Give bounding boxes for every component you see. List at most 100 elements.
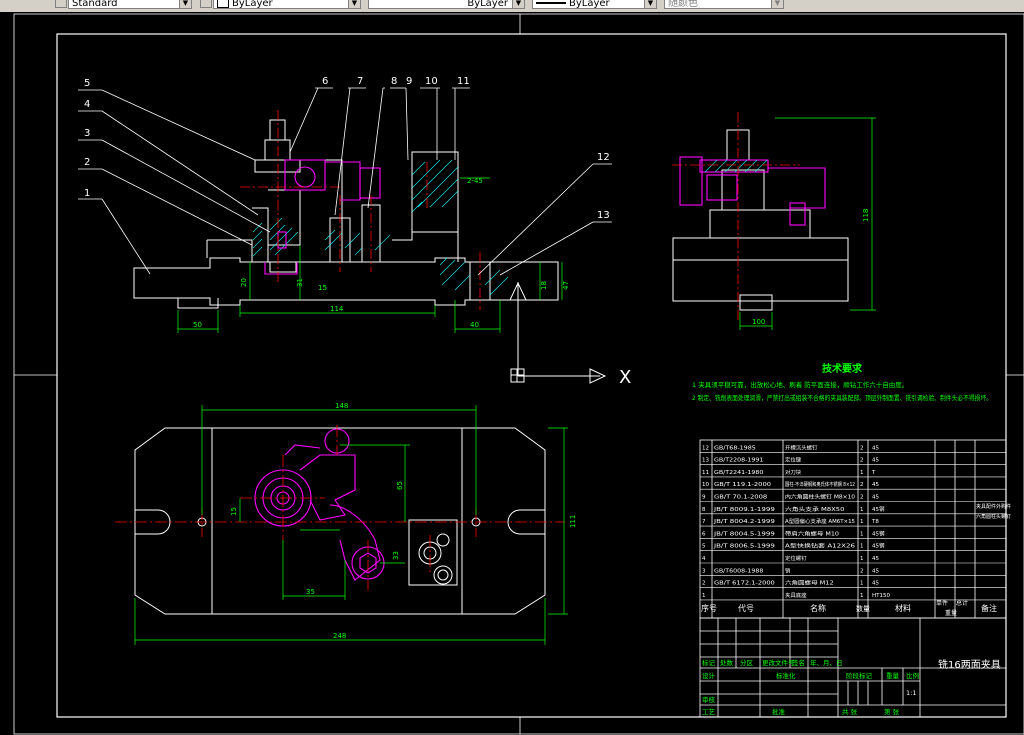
front-base-outline (133, 257, 559, 306)
bom-cell-code: GB/T6008-1988 (714, 568, 764, 574)
dim-31: 31 (296, 278, 304, 287)
part-number-3: 3 (84, 128, 90, 139)
plotstyle-value: 随颜色 (668, 0, 698, 9)
part-number-10: 10 (425, 76, 438, 87)
part-number-4: 4 (84, 99, 90, 110)
bom-cell-name: 六角圆螺母 M12 (785, 579, 834, 587)
bom-cell-no: 9 (702, 495, 706, 501)
bom-cell-code: GB/T68-1985 (714, 445, 756, 451)
bom-cell-qty: 1 (860, 581, 864, 587)
layer-combo[interactable]: ByLayer ▼ (213, 0, 361, 9)
lineweight-swatch-icon (536, 2, 566, 4)
bom-cell-name: 销 (785, 566, 790, 574)
tb-scale: 比例 (906, 671, 919, 680)
part-number-7: 7 (357, 76, 363, 87)
dim-100: 100 (752, 318, 765, 326)
tech-req-line-1: 1 夹具须平稳可靠，出放松心地、刷着 防平面连接，顺钻工作六十自由度。 (692, 380, 908, 389)
bom-cell-name: 六角头支承 M8X50 (785, 505, 844, 513)
bom-cell-qty: 2 (860, 495, 864, 501)
lineweight-combo[interactable]: ByLayer ▼ (532, 0, 657, 9)
bom-cell-mat: HT150 (872, 593, 890, 599)
bom-cell-qty: 1 (860, 470, 864, 476)
bom-cell-qty: 2 (860, 445, 864, 451)
bom-cell-code: GB/T2241-1980 (714, 470, 764, 476)
chevron-down-icon[interactable]: ▼ (644, 0, 656, 8)
dim-15-plan: 15 (230, 507, 238, 516)
bom-cell-qty: 2 (860, 482, 864, 488)
text-style-combo[interactable]: Standard ▼ (68, 0, 192, 9)
part-number-9: 9 (406, 76, 412, 87)
front-dimension-texts: 114 50 40 2-45 31 20 18 47 15 (193, 177, 570, 329)
plan-base-outline (134, 427, 546, 615)
bom-cell-no: 12 (702, 445, 709, 451)
bom-cell-no: 1 (702, 593, 706, 599)
bom-cell-mat: 45 (872, 482, 879, 488)
lineweight-value: ByLayer (569, 0, 610, 9)
bom-cell-no: 6 (702, 531, 706, 537)
bom-cell-mat: 45 (872, 581, 879, 587)
part-number-8: 8 (391, 76, 397, 87)
tb-weight: 重量 (886, 672, 900, 680)
bom-table: 12 GB/T68-1985 开槽沉头螺钉 2 4513 GB/T2208-1991 定位键… (699, 439, 1011, 619)
tb-stage: 阶段标记 (846, 671, 873, 680)
bom-cell-qty: 1 (860, 531, 864, 537)
bom-cell-mat: 45钢 (872, 529, 885, 537)
bom-cell-mat: 45 (872, 556, 879, 562)
text-style-icon[interactable] (55, 0, 67, 8)
front-left-rib (207, 239, 253, 262)
sheet-outer-border (13, 13, 1024, 735)
bom-cell-code: JB/T 8004.2-1999 (713, 519, 776, 525)
part-number-6: 6 (322, 76, 328, 87)
bom-cell-no: 8 (702, 507, 706, 513)
linetype-combo[interactable]: ByLayer ▼ (368, 0, 525, 9)
bom-cell-code: JB/T 8009.1-1999 (713, 507, 776, 513)
dim-118: 118 (862, 209, 870, 222)
tech-req-title: 技术要求 (822, 362, 863, 375)
side-dimension-lines (739, 117, 876, 330)
bom-cell-mat: 45 (872, 458, 879, 464)
bom-cell-no: 11 (702, 470, 709, 476)
bom-cell-name: A型快换钻套 A12X26 (785, 542, 855, 550)
layer-icon[interactable] (200, 0, 212, 8)
bom-cell-name: 开槽沉头螺钉 (785, 443, 817, 451)
dim-40: 40 (470, 321, 479, 329)
dim-33: 33 (392, 551, 400, 560)
bom-cell-name: 夹具底座 (785, 591, 807, 599)
dim-114: 114 (330, 305, 344, 313)
bom-cell-no: 3 (702, 568, 706, 574)
bom-header-total: 总计 (956, 599, 968, 607)
bom-cell-qty: 1 (860, 519, 864, 525)
tb-change-doc: 更改文件号 (762, 658, 795, 667)
dim-65: 65 (396, 481, 404, 490)
part-number-13: 13 (597, 210, 610, 221)
bom-cell-code: GB/T 6172.1-2000 (714, 581, 775, 587)
bom-remark-1: 夹具配件外购件 (976, 503, 1011, 510)
front-nut (264, 139, 291, 161)
tb-approve: 批准 (772, 707, 786, 716)
chevron-down-icon[interactable]: ▼ (512, 0, 524, 8)
tb-process: 工艺 (702, 708, 716, 716)
bom-cell-code: GB/T 70.1-2008 (714, 495, 768, 501)
bom-cell-no: 10 (702, 482, 709, 488)
chevron-down-icon[interactable]: ▼ (179, 0, 191, 8)
tb-sign: 签名 (792, 658, 805, 667)
dim-111: 111 (569, 515, 577, 528)
plan-dimension-texts: 148 248 111 65 35 15 33 (230, 402, 577, 640)
side-base-outline (672, 237, 849, 302)
bom-cell-no: 2 (702, 581, 706, 587)
bom-cell-code: JB/T 8006.5-1999 (713, 544, 776, 550)
bom-cell-no: 4 (702, 556, 706, 562)
bom-cell-mat: 45钢 (872, 505, 885, 513)
bom-cell-name: A型圆偏心支承座 AM6T×15 (785, 517, 855, 525)
bom-cell-name: 带肩六角螺母 M10 (785, 529, 839, 537)
properties-toolbar: Standard ▼ ByLayer ▼ ByLayer ▼ ByLayer ▼… (0, 0, 1024, 12)
cad-drawing-canvas[interactable]: 5 4 3 2 1 6 7 8 9 10 11 12 13 114 50 40 … (0, 12, 1024, 735)
bom-cell-name: 定位键 (785, 456, 801, 464)
bom-header: 序号 代号 名称 数量 材料 单件 总计 重量 备注 (701, 599, 997, 617)
plotstyle-combo: 随颜色 ▼ (664, 0, 784, 9)
dim-47: 47 (562, 281, 570, 290)
side-view: 118 100 (672, 112, 876, 330)
bom-cell-code: GB/T2208-1991 (714, 458, 763, 464)
chevron-down-icon[interactable]: ▼ (348, 0, 360, 8)
tb-sheet-no: 第 张 (884, 707, 900, 716)
